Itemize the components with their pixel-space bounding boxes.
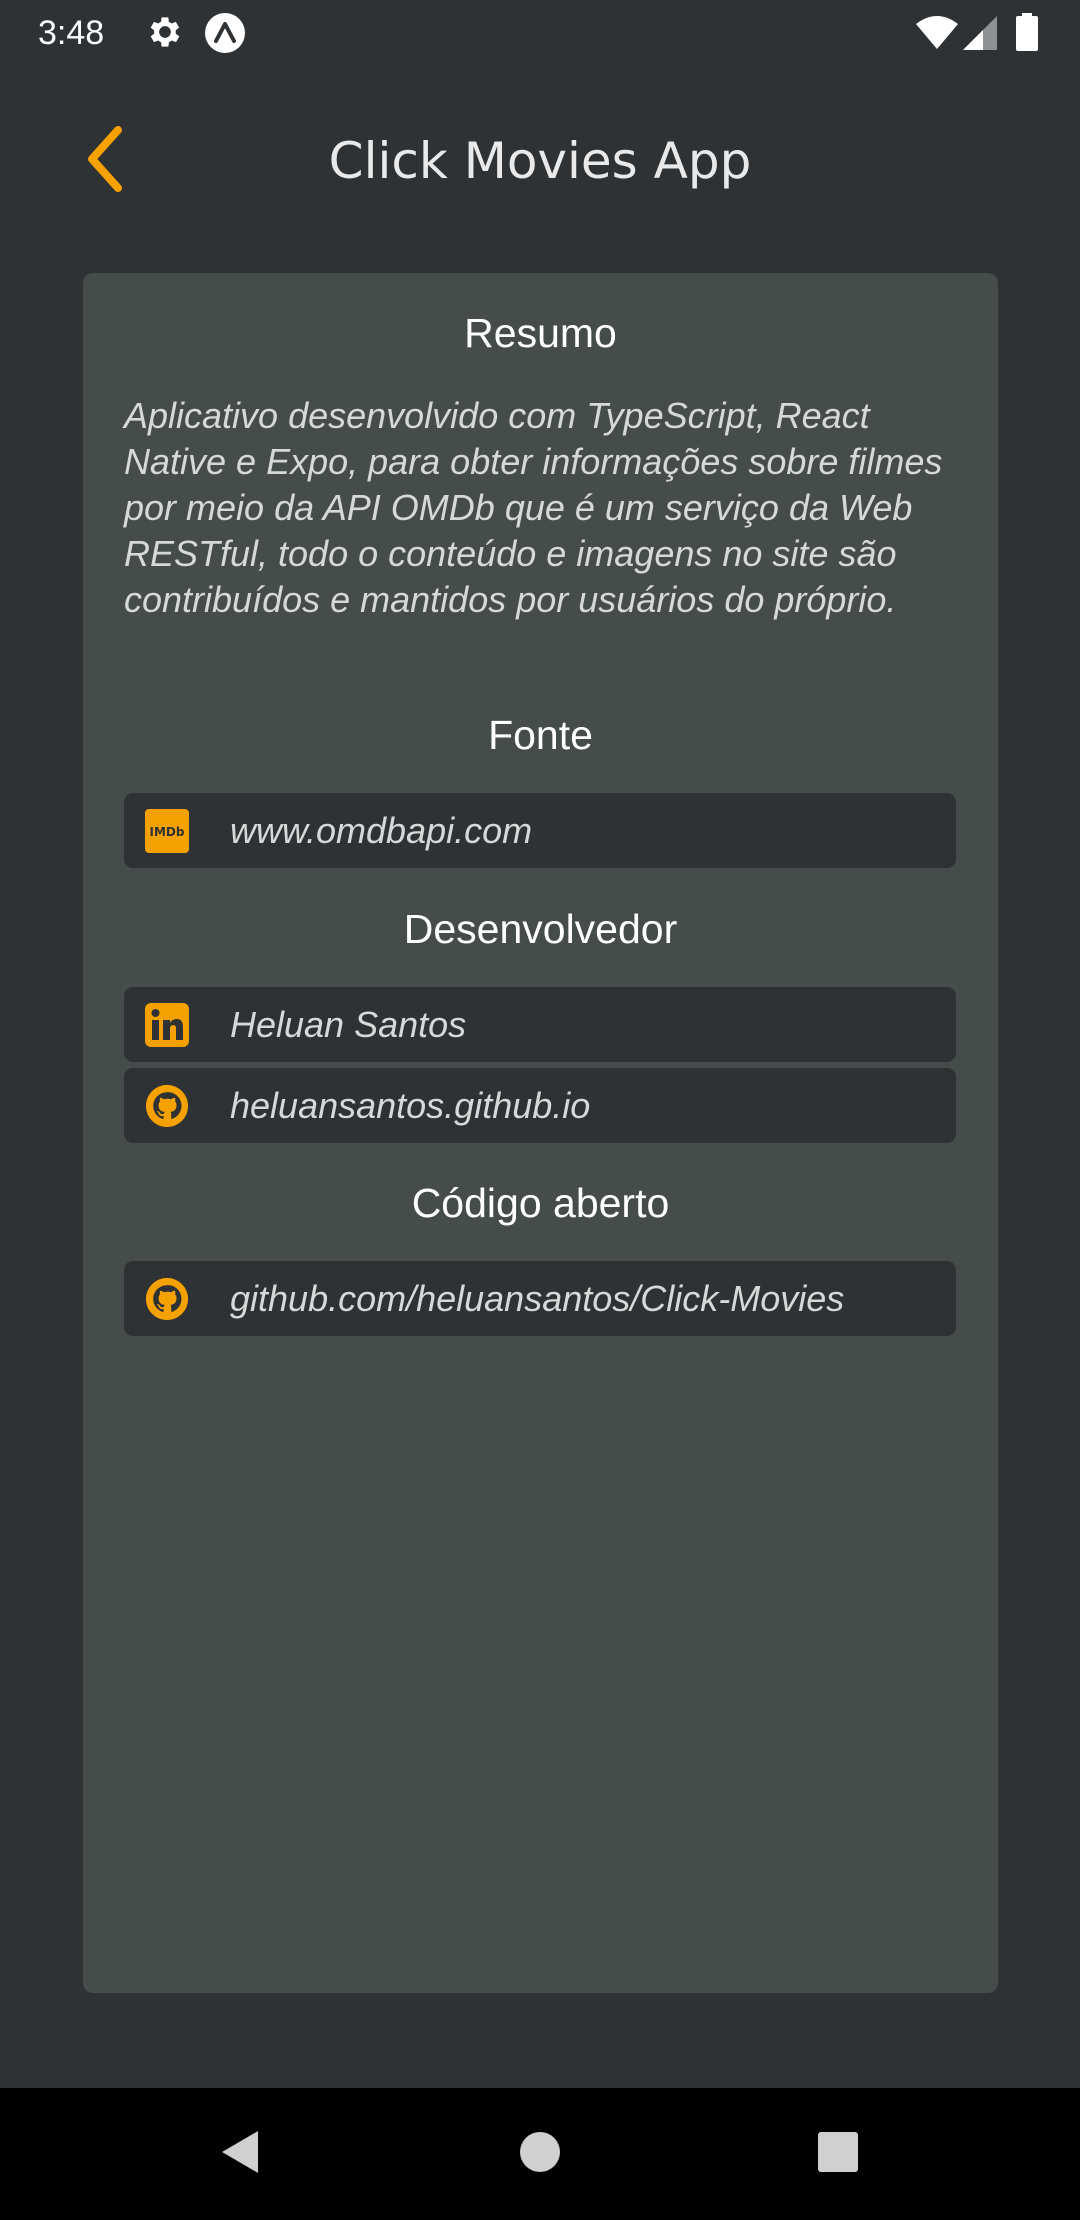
github-icon (144, 1083, 190, 1129)
developer-title: Desenvolvedor (403, 906, 678, 952)
developer-link-linkedin[interactable]: Heluan Santos (124, 987, 956, 1062)
nav-back-button[interactable] (208, 2122, 272, 2186)
wifi-icon (915, 16, 959, 54)
developer-link-github[interactable]: heluansantos.github.io (124, 1068, 956, 1143)
source-link-omdb[interactable]: IMDb www.omdbapi.com (124, 793, 956, 868)
imdb-icon: IMDb (144, 808, 190, 854)
svg-text:IMDb: IMDb (150, 825, 185, 839)
open-source-link-label: github.com/heluansantos/Click-Movies (230, 1278, 845, 1319)
status-time: 3:48 (38, 14, 105, 52)
open-source-link-github[interactable]: github.com/heluansantos/Click-Movies (124, 1261, 956, 1336)
gear-icon (145, 12, 185, 56)
about-card: Resumo Aplicativo desenvolvido com TypeS… (83, 273, 998, 1993)
battery-icon (1016, 13, 1038, 55)
developer-github-label: heluansantos.github.io (230, 1085, 591, 1126)
summary-text: Aplicativo desenvolvido com TypeScript, … (124, 395, 943, 620)
expo-icon (204, 12, 246, 58)
developer-linkedin-label: Heluan Santos (230, 1004, 467, 1045)
github-icon (144, 1276, 190, 1322)
source-link-label: www.omdbapi.com (230, 810, 533, 851)
status-bar: 3:48 (0, 0, 1080, 66)
summary-title: Resumo (464, 310, 617, 356)
nav-overview-button[interactable] (806, 2122, 870, 2186)
linkedin-icon (144, 1002, 190, 1048)
source-title: Fonte (488, 712, 593, 758)
back-triangle-icon (218, 2128, 262, 2180)
open-source-title: Código aberto (411, 1180, 670, 1226)
home-circle-icon (518, 2130, 562, 2178)
page-title: Click Movies App (328, 132, 752, 190)
overview-square-icon (816, 2130, 860, 2178)
system-nav-bar (0, 2088, 1080, 2220)
header: Click Movies App (0, 66, 1080, 266)
signal-icon (963, 16, 997, 54)
nav-home-button[interactable] (508, 2122, 572, 2186)
